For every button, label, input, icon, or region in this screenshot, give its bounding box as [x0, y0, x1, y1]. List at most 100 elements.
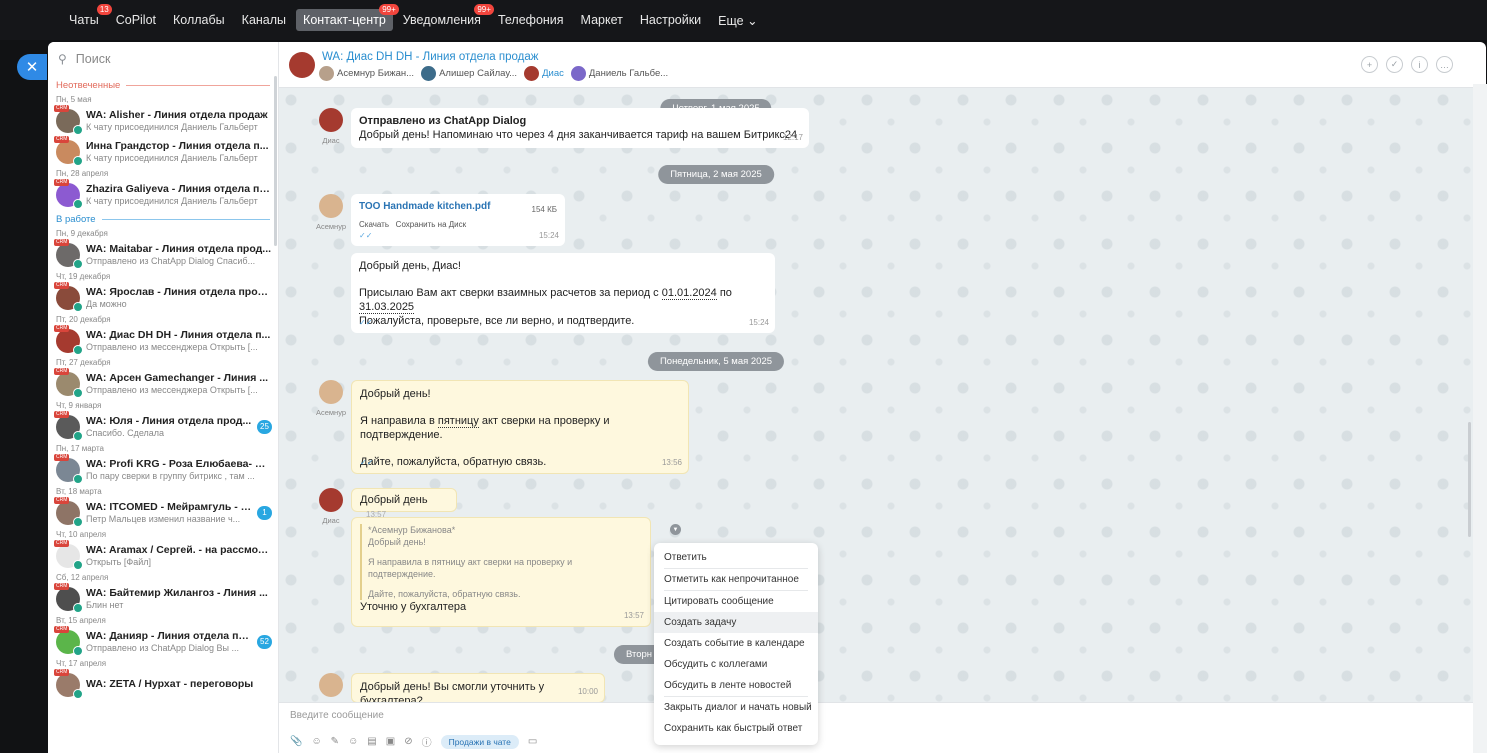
- chat-scrollbar[interactable]: [1468, 422, 1471, 537]
- add-icon[interactable]: +: [1361, 56, 1378, 73]
- crm-badge: CRM: [54, 410, 70, 418]
- reply-message[interactable]: *Асемнур Бижанова* Добрый день! Я направ…: [351, 517, 651, 627]
- calendar-icon[interactable]: ▤: [367, 736, 376, 747]
- left-dark-sidebar: [0, 40, 48, 753]
- nav-item[interactable]: Контакт-центр 99+: [296, 4, 399, 31]
- crm-badge: CRM: [54, 367, 70, 375]
- menu-item[interactable]: Обсудить в ленте новостей: [654, 675, 818, 696]
- list-item[interactable]: CRM WA: Aramax / Сергей. - на рассмотр...…: [48, 539, 278, 571]
- sales-in-chat-button[interactable]: Продажи в чате: [440, 734, 519, 749]
- list-item[interactable]: CRM WA: Юля - Линия отдела прод... Спасибо…: [48, 410, 278, 442]
- user-icon[interactable]: ☺: [311, 736, 321, 747]
- message-input[interactable]: Введите сообщение: [290, 710, 384, 721]
- list-item[interactable]: CRM WA: ZETA / Нурхат - переговоры: [48, 668, 278, 700]
- chat-title: WA: Aramax / Сергей. - на рассмотр...: [86, 544, 272, 556]
- list-item[interactable]: CRM WA: ITCOMED - Мейрамгуль - д... Петр М…: [48, 496, 278, 528]
- read-check-icon: ✓✓: [359, 318, 373, 327]
- author-avatar[interactable]: [319, 380, 343, 404]
- archive-icon[interactable]: ▣: [386, 736, 395, 747]
- list-item[interactable]: CRM WA: Maitabar - Линия отдела прод... От…: [48, 238, 278, 270]
- list-item[interactable]: CRM WA: Байтемир Жилангоз - Линия ... Блин…: [48, 582, 278, 614]
- member[interactable]: Алишер Сайлау...: [421, 66, 517, 81]
- member[interactable]: Даниель Гальбе...: [570, 66, 669, 81]
- quoted-message[interactable]: *Асемнур Бижанова* Добрый день! Я направ…: [360, 524, 642, 600]
- list-item[interactable]: CRM Zhazira Galiyeva - Линия отдела пр...…: [48, 178, 278, 210]
- chat-date: Чт, 9 января: [56, 401, 102, 410]
- message-bubble[interactable]: Отправлено из ChatApp Dialog Добрый день…: [351, 108, 809, 148]
- list-item[interactable]: CRM WA: Диас DH DH - Линия отдела п... Отп…: [48, 324, 278, 356]
- chat-title[interactable]: WA: Диас DH DH - Линия отдела продаж: [322, 51, 538, 63]
- attach-icon[interactable]: 📎: [290, 736, 302, 747]
- nav-item[interactable]: Телефония: [491, 9, 571, 31]
- nav-item[interactable]: Коллабы: [166, 9, 232, 31]
- chat-date: Чт, 17 апреля: [56, 659, 107, 668]
- avatar: CRM: [54, 410, 83, 441]
- check-icon[interactable]: ✓: [1386, 56, 1403, 73]
- menu-item[interactable]: Создать задачу: [654, 612, 818, 633]
- list-item[interactable]: CRM WA: Арсен Gamechanger - Линия ... Отпр…: [48, 367, 278, 399]
- save-to-disk-link[interactable]: Сохранить на Диск: [396, 220, 466, 229]
- author-avatar[interactable]: [319, 194, 343, 218]
- info-icon[interactable]: ⓘ: [422, 734, 432, 749]
- list-item[interactable]: CRM Инна Грандстор - Линия отдела п... К ч…: [48, 135, 278, 167]
- avatar: CRM: [54, 104, 83, 135]
- nav-item[interactable]: Чаты 13: [62, 4, 112, 31]
- author-avatar[interactable]: [319, 108, 343, 132]
- message-bubble[interactable]: Добрый день, Диас! Присылаю Вам акт свер…: [351, 253, 775, 333]
- file-message[interactable]: ТОО Handmade kitchen.pdf 154 КБ Скачать …: [351, 194, 565, 246]
- list-item[interactable]: CRM WA: Profi KRG - Роза Елюбаева- де... П…: [48, 453, 278, 485]
- info-icon[interactable]: i: [1411, 56, 1428, 73]
- nav-item[interactable]: Маркет: [574, 9, 630, 31]
- whatsapp-icon: [73, 155, 83, 166]
- author-avatar[interactable]: [319, 488, 343, 512]
- smile-icon[interactable]: ☺: [348, 736, 358, 747]
- more-icon[interactable]: …: [1436, 56, 1453, 73]
- chat-preview: Спасибо. Сделала: [86, 428, 165, 438]
- hide-icon[interactable]: ⊘: [404, 736, 412, 747]
- edit-icon[interactable]: ✎: [331, 736, 339, 747]
- list-item[interactable]: CRM WA: Ярослав - Линия отдела прод... Да …: [48, 281, 278, 313]
- quick-answers-icon[interactable]: ▭: [528, 736, 537, 747]
- menu-item[interactable]: Создать событие в календаре: [654, 633, 818, 654]
- member[interactable]: Асемнур Бижан...: [319, 66, 414, 81]
- nav-label: Чаты: [69, 13, 99, 27]
- chat-preview: Отправлено из мессенджера Открыть [...: [86, 385, 258, 395]
- message-time: 15:24: [538, 231, 559, 240]
- menu-item[interactable]: Обсудить с коллегами: [654, 654, 818, 675]
- list-item[interactable]: CRM WA: Данияр - Линия отдела пр... Отправ…: [48, 625, 278, 657]
- nav-item[interactable]: Еще ⌄: [711, 9, 764, 32]
- avatar: CRM: [54, 496, 83, 527]
- menu-item[interactable]: Закрыть диалог и начать новый: [654, 697, 818, 718]
- nav-item[interactable]: Настройки: [633, 9, 708, 31]
- member-name: Даниель Гальбе...: [588, 68, 669, 79]
- nav-label: Настройки: [639, 13, 702, 27]
- nav-item[interactable]: Уведомления 99+: [396, 4, 494, 31]
- chat-list-sidebar: ⚲ Поиск Неотвеченные Пн, 5 мая CRM WA: Ali…: [48, 42, 279, 753]
- menu-item[interactable]: Цитировать сообщение: [654, 591, 818, 612]
- message-bubble[interactable]: Добрый день! Вы смогли уточнить у бухгал…: [351, 673, 605, 707]
- nav-item[interactable]: Каналы: [235, 9, 293, 31]
- sidebar-scrollbar[interactable]: [274, 76, 277, 246]
- nav-item[interactable]: CoPilot: [109, 9, 163, 31]
- chat-preview: Петр Мальцев изменил название ч...: [86, 514, 241, 524]
- chat-date: Пн, 17 марта: [56, 444, 104, 453]
- message-input-bar: Введите сообщение 📎 ☺ ✎ ☺ ▤ ▣ ⊘ ⓘ Продаж…: [279, 702, 1473, 753]
- chat-avatar[interactable]: [289, 52, 315, 78]
- list-item[interactable]: CRM WA: Alisher - Линия отдела продаж К ча…: [48, 104, 278, 136]
- message-bubble[interactable]: Добрый день! Я направила в пятницу акт с…: [351, 380, 689, 474]
- message-bubble[interactable]: Добрый день 13:57: [351, 488, 457, 519]
- close-icon[interactable]: ✕: [17, 54, 47, 80]
- nav-label: Уведомления: [402, 13, 481, 27]
- download-link[interactable]: Скачать: [359, 220, 389, 229]
- file-name[interactable]: ТОО Handmade kitchen.pdf: [359, 200, 557, 214]
- avatar: CRM: [54, 178, 83, 209]
- menu-item[interactable]: Сохранить как быстрый ответ: [654, 718, 818, 739]
- menu-item[interactable]: Отметить как непрочитанное: [654, 569, 818, 590]
- member[interactable]: Диас: [524, 66, 564, 81]
- whatsapp-icon: [73, 559, 83, 570]
- chevron-down-icon[interactable]: ▼: [670, 524, 681, 535]
- search-field[interactable]: ⚲ Поиск: [48, 42, 278, 76]
- work-chat-list: Пн, 9 декабря CRM WA: Maitabar - Линия отд…: [48, 227, 278, 700]
- menu-item[interactable]: Ответить: [654, 547, 818, 568]
- author-avatar[interactable]: [319, 673, 343, 697]
